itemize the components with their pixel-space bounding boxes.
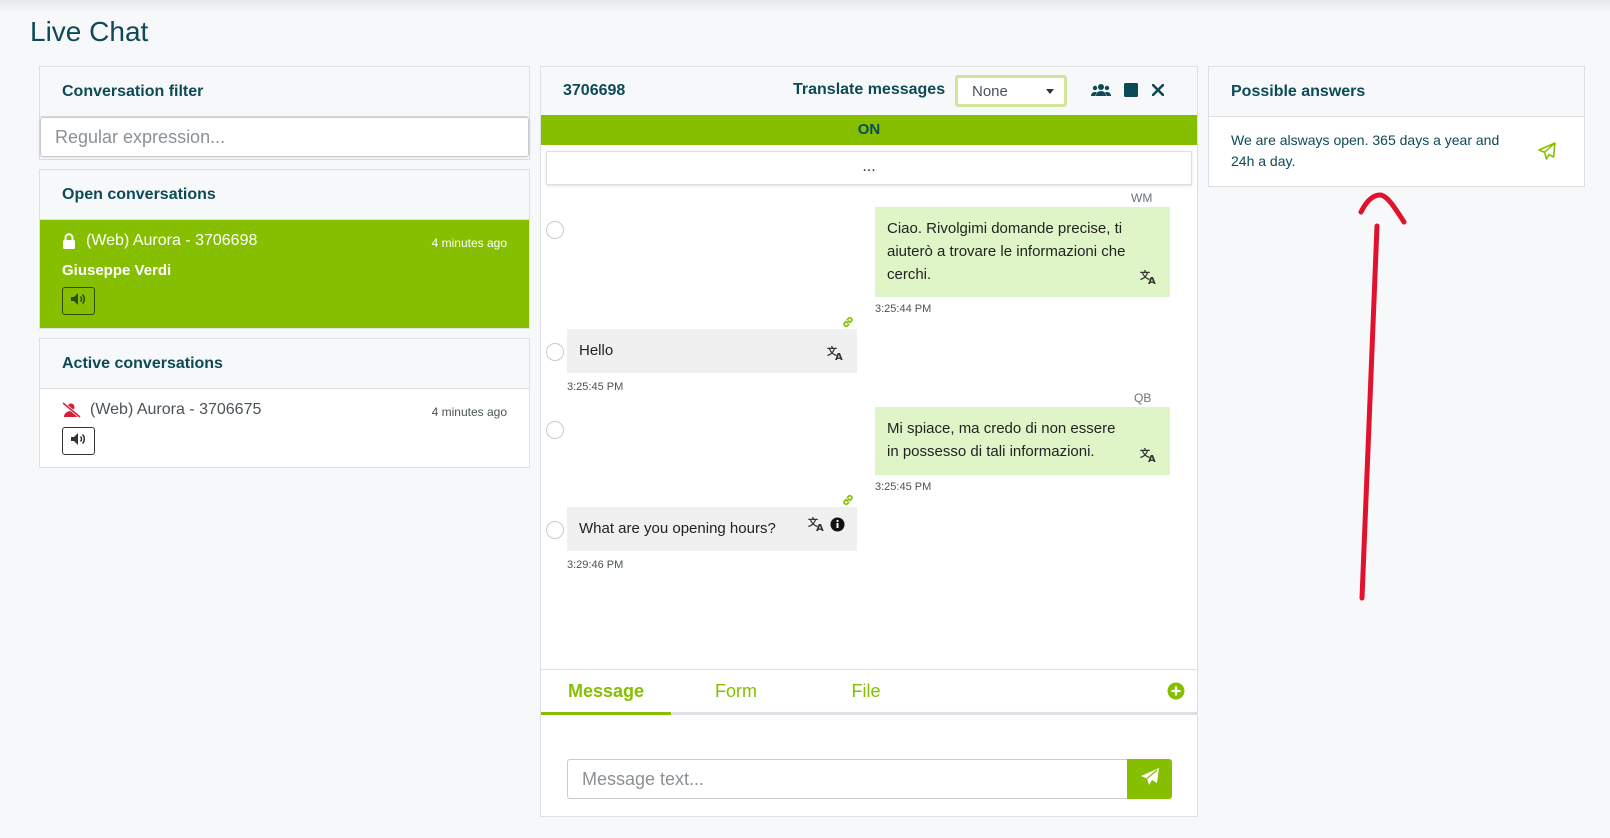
language-select[interactable]: None: [955, 75, 1067, 107]
active-conversation-item[interactable]: (Web) Aurora - 3706675 4 minutes ago: [40, 389, 529, 467]
volume-icon: [70, 432, 88, 451]
message-select-radio[interactable]: [546, 521, 564, 539]
message-select-radio[interactable]: [546, 343, 564, 361]
answer-text: We are alsways open. 365 days a year and…: [1231, 132, 1500, 169]
tab-message[interactable]: Message: [541, 670, 671, 715]
message-text: Ciao. Rivolgimi domande precise, ti aiut…: [887, 220, 1126, 283]
svg-text:A: A: [835, 352, 843, 361]
message-actions: 文A: [808, 516, 845, 539]
message-timestamp: 3:25:45 PM: [875, 481, 932, 493]
translate-icon[interactable]: 文A: [827, 345, 845, 361]
close-icon[interactable]: [1148, 81, 1168, 99]
conversation-time: 4 minutes ago: [431, 236, 507, 250]
answer-item[interactable]: We are alsways open. 365 days a year and…: [1209, 117, 1584, 185]
message-select-radio[interactable]: [546, 221, 564, 239]
message-timestamp: 3:29:46 PM: [567, 559, 624, 571]
translate-icon[interactable]: 文A: [808, 516, 826, 539]
users-icon[interactable]: [1091, 81, 1111, 99]
composer-tabs: Message Form File: [541, 669, 1197, 715]
active-conversations-panel: Active conversations (Web) Aurora - 3706…: [39, 338, 530, 468]
possible-answers-panel: Possible answers We are alsways open. 36…: [1208, 66, 1585, 187]
active-conversations-header: Active conversations: [40, 339, 529, 389]
language-value: None: [972, 82, 1008, 100]
chat-id: 3706698: [563, 82, 626, 99]
page-title: Live Chat: [30, 16, 149, 47]
sender-initials: QB: [1134, 391, 1152, 405]
message-bubble: What are you opening hours? 文A: [567, 507, 857, 551]
translate-icon[interactable]: 文A: [1140, 269, 1158, 285]
chat-header: 3706698 Translate messages None: [541, 67, 1197, 115]
user-slash-icon: [62, 402, 82, 418]
top-shadow: [0, 0, 1610, 12]
conversation-user: Giuseppe Verdi: [62, 262, 172, 279]
message-text: Hello: [579, 342, 614, 359]
open-conversation-item[interactable]: (Web) Aurora - 3706698 4 minutes ago Giu…: [40, 220, 529, 328]
load-more-button[interactable]: ...: [546, 151, 1192, 185]
message-timestamp: 3:25:45 PM: [567, 381, 624, 393]
sound-toggle-button[interactable]: [62, 427, 95, 455]
possible-answers-header: Possible answers: [1209, 67, 1584, 117]
message-text: Mi spiace, ma credo di non essere in pos…: [887, 420, 1116, 460]
open-conversations-panel: Open conversations (Web) Aurora - 370669…: [39, 169, 530, 329]
conversation-label: (Web) Aurora - 3706698: [86, 232, 258, 249]
translate-icon[interactable]: 文A: [1140, 447, 1158, 463]
info-icon[interactable]: [830, 516, 845, 539]
message-text: What are you opening hours?: [579, 520, 776, 537]
svg-text:A: A: [816, 523, 824, 532]
tab-form[interactable]: Form: [671, 670, 801, 712]
stop-icon[interactable]: [1121, 81, 1141, 99]
conversation-label: (Web) Aurora - 3706675: [90, 401, 262, 418]
regex-filter-input[interactable]: [40, 117, 529, 157]
sound-toggle-button[interactable]: [62, 287, 95, 315]
sender-initials: WM: [1131, 191, 1153, 205]
tab-file[interactable]: File: [801, 670, 931, 712]
message-timestamp: 3:25:44 PM: [875, 303, 932, 315]
lock-icon: [62, 233, 78, 249]
message-list: WM Ciao. Rivolgimi domande precise, ti a…: [541, 185, 1197, 685]
translate-label: Translate messages: [793, 81, 946, 98]
message-bubble: Mi spiace, ma credo di non essere in pos…: [875, 407, 1170, 475]
paper-plane-icon: [1140, 767, 1160, 792]
open-conversations-header: Open conversations: [40, 170, 529, 220]
volume-icon: [70, 292, 88, 311]
svg-text:A: A: [1148, 454, 1156, 463]
message-bubble: Ciao. Rivolgimi domande precise, ti aiut…: [875, 207, 1170, 297]
status-bar[interactable]: ON: [541, 115, 1197, 145]
conversation-filter-header: Conversation filter: [40, 67, 529, 117]
conversation-filter-panel: Conversation filter: [39, 66, 530, 160]
conversation-time: 4 minutes ago: [431, 405, 507, 419]
svg-text:A: A: [1148, 276, 1156, 285]
message-select-radio[interactable]: [546, 421, 564, 439]
send-answer-icon[interactable]: [1538, 142, 1556, 166]
message-text-input[interactable]: [567, 759, 1127, 799]
caret-down-icon: [1046, 89, 1054, 94]
message-bubble: Hello 文A: [567, 329, 857, 373]
send-message-button[interactable]: [1127, 759, 1172, 799]
plus-circle-icon[interactable]: [1167, 682, 1185, 705]
chat-panel: 3706698 Translate messages None ON ... W…: [540, 66, 1198, 817]
annotation-arrow: [1358, 192, 1407, 601]
